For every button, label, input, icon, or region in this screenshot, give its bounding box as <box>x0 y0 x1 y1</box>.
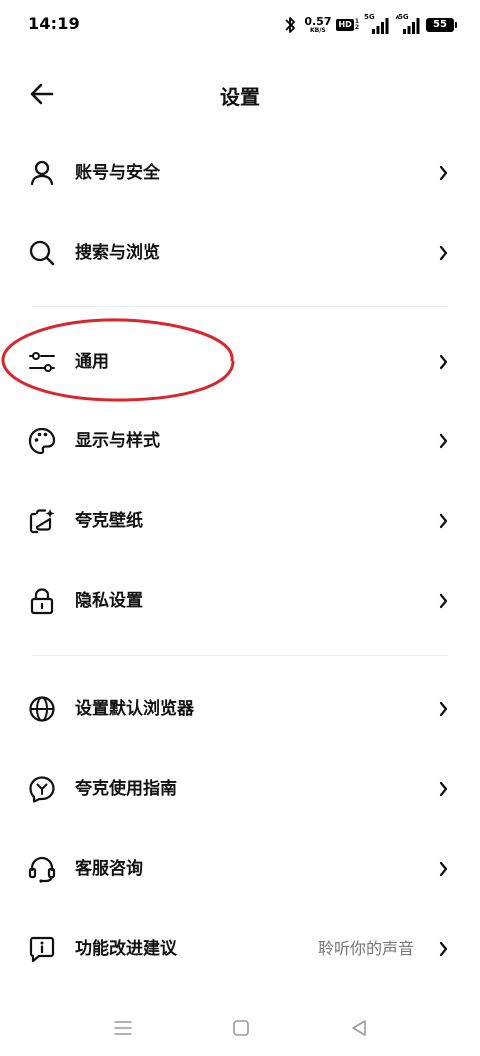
settings-item-label: 设置默认浏览器 <box>75 699 194 719</box>
status-time: 14:19 <box>28 14 80 33</box>
hd-label: HD <box>336 19 354 31</box>
bluetooth-icon <box>285 17 296 33</box>
headset-icon <box>27 854 57 884</box>
status-icons: 0.57 KB/S HD 1 2 5G 5G 55 <box>283 13 457 37</box>
chevron-right-icon <box>439 165 448 181</box>
divider <box>32 306 448 307</box>
chevron-right-icon <box>439 861 448 877</box>
settings-item-label: 账号与安全 <box>75 163 160 183</box>
settings-item-value: 聆听你的声音 <box>317 939 414 958</box>
network-speed: 0.57 KB/S <box>304 16 331 34</box>
settings-item-wallpaper[interactable]: 夸克壁纸 <box>0 491 480 551</box>
settings-item-account-security[interactable]: 账号与安全 <box>0 143 480 203</box>
signal-icon: 5G <box>395 14 421 36</box>
status-bar: 14:19 0.57 KB/S HD 1 2 5G 5G 55 <box>0 0 480 50</box>
network-speed-unit: KB/S <box>310 27 326 34</box>
signal-icon: 5G <box>364 14 390 36</box>
palette-icon <box>27 426 57 456</box>
network-speed-value: 0.57 <box>304 15 332 28</box>
settings-item-label: 通用 <box>75 352 109 372</box>
home-icon <box>233 1020 249 1036</box>
settings-item-label: 夸克壁纸 <box>75 511 143 531</box>
chevron-right-icon <box>439 781 448 797</box>
settings-item-default-browser[interactable]: 设置默认浏览器 <box>0 679 480 739</box>
battery-level: 55 <box>433 19 447 30</box>
settings-item-general[interactable]: 通用 <box>0 332 480 392</box>
system-nav-bar <box>0 1006 480 1048</box>
settings-item-label: 功能改进建议 <box>75 939 177 959</box>
settings-item-display-style[interactable]: 显示与样式 <box>0 411 480 471</box>
search-icon <box>27 238 57 268</box>
settings-item-label: 隐私设置 <box>75 591 143 611</box>
divider <box>32 655 448 656</box>
user-icon <box>27 158 57 188</box>
settings-item-search-browse[interactable]: 搜索与浏览 <box>0 223 480 283</box>
battery-icon: 55 <box>426 18 457 32</box>
settings-item-user-guide[interactable]: 夸克使用指南 <box>0 759 480 819</box>
sliders-icon <box>27 347 57 377</box>
settings-item-customer-service[interactable]: 客服咨询 <box>0 839 480 899</box>
menu-button[interactable] <box>109 1014 137 1042</box>
chevron-right-icon <box>439 513 448 529</box>
settings-item-privacy[interactable]: 隐私设置 <box>0 571 480 631</box>
wallpaper-icon <box>27 506 57 536</box>
chevron-right-icon <box>439 941 448 957</box>
chevron-right-icon <box>439 354 448 370</box>
settings-item-label: 搜索与浏览 <box>75 243 160 263</box>
chevron-right-icon <box>439 433 448 449</box>
hd-slot-2: 2 <box>354 24 359 31</box>
back-nav-button[interactable] <box>345 1014 373 1042</box>
guide-icon <box>27 774 57 804</box>
settings-item-feedback[interactable]: 功能改进建议 聆听你的声音 <box>0 919 480 979</box>
lock-icon <box>27 586 57 616</box>
feedback-icon <box>27 934 57 964</box>
settings-item-label: 客服咨询 <box>75 859 143 879</box>
chevron-right-icon <box>439 701 448 717</box>
settings-item-label: 夸克使用指南 <box>75 779 177 799</box>
settings-item-label: 显示与样式 <box>75 431 160 451</box>
chevron-right-icon <box>439 593 448 609</box>
globe-icon <box>27 694 57 724</box>
hd-icon: HD 1 2 <box>336 19 359 31</box>
back-triangle-icon <box>352 1020 366 1036</box>
menu-icon <box>114 1021 132 1035</box>
page-title: 设置 <box>220 85 260 109</box>
chevron-right-icon <box>439 245 448 261</box>
home-button[interactable] <box>227 1014 255 1042</box>
header: 设置 <box>0 62 480 124</box>
